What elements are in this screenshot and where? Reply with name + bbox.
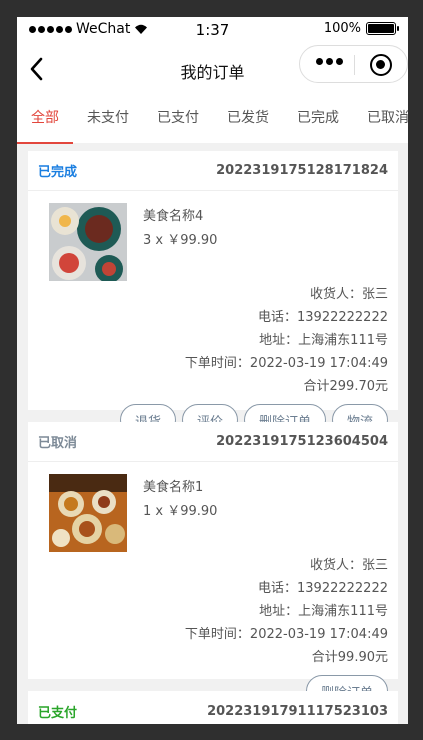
status-bar: WeChat 1:37 100% — [17, 17, 408, 43]
order-header: 已支付 2022319179111752310​3 — [28, 691, 398, 724]
item-quantity-price: 1 x ￥99.90 — [143, 504, 218, 519]
order-number: 2022319179111752310​3 — [207, 703, 388, 719]
order-status: 已支付 — [38, 705, 78, 721]
battery-icon — [366, 22, 399, 35]
phone-screen: WeChat 1:37 100% 我的订单 全部 未支付 已支付 已发货 已完成… — [17, 17, 408, 724]
order-header: 已取消 2022319175123604504 — [28, 422, 398, 462]
food-image — [49, 203, 127, 281]
address: 地址：上海浦东111号 — [259, 333, 388, 348]
order-time: 下单时间：2022-03-19 17:04:49 — [184, 627, 388, 642]
battery-status: 100% — [323, 21, 399, 36]
battery-percent: 100% — [323, 21, 361, 36]
tab-completed[interactable]: 已完成 — [283, 95, 353, 143]
phone: 电话：13922222222 — [258, 310, 388, 325]
close-target-icon[interactable] — [370, 54, 392, 76]
tab-cancelled[interactable]: 已取消 — [353, 95, 408, 143]
order-item: 美食名称4 3 x ￥99.90 — [28, 191, 398, 287]
phone: 电话：13922222222 — [258, 581, 388, 596]
item-name: 美食名称4 — [143, 209, 204, 224]
food-image — [49, 474, 127, 552]
order-total: 合计99.90元 — [311, 650, 388, 665]
order-number: 2022319175128171824 — [216, 163, 388, 178]
order-status-tabs: 全部 未支付 已支付 已发货 已完成 已取消 — [17, 95, 408, 144]
more-icon[interactable] — [316, 58, 343, 65]
order-status: 已取消 — [38, 436, 78, 451]
tab-all[interactable]: 全部 — [17, 95, 73, 144]
order-item: 美食名称1 1 x ￥99.90 — [28, 462, 398, 558]
order-time: 下单时间：2022-03-19 17:04:49 — [184, 356, 388, 371]
order-card[interactable]: 已支付 2022319179111752310​3 — [28, 691, 398, 724]
order-status: 已完成 — [38, 165, 78, 180]
order-number: 2022319175123604504 — [216, 434, 388, 449]
order-header: 已完成 2022319175128171824 — [28, 151, 398, 191]
address: 地址：上海浦东111号 — [259, 604, 388, 619]
tab-shipped[interactable]: 已发货 — [213, 95, 283, 143]
item-quantity-price: 3 x ￥99.90 — [143, 233, 218, 248]
item-name: 美食名称1 — [143, 480, 204, 495]
order-card[interactable]: 已完成 2022319175128171824 美食名称4 3 x ￥99.90 — [28, 151, 398, 436]
order-details: 收货人：张三 电话：13922222222 地址：上海浦东111号 下单时间：2… — [28, 283, 398, 398]
tab-paid[interactable]: 已支付 — [143, 95, 213, 143]
tab-unpaid[interactable]: 未支付 — [73, 95, 143, 143]
mini-program-capsule — [299, 45, 408, 83]
nav-bar: 我的订单 — [17, 43, 408, 95]
capsule-divider — [354, 55, 355, 75]
order-card[interactable]: 已取消 2022319175123604504 美食名称1 1 x ￥99.90… — [28, 422, 398, 707]
order-total: 合计299.70元 — [303, 379, 389, 394]
order-details: 收货人：张三 电话：13922222222 地址：上海浦东111号 下单时间：2… — [28, 554, 398, 669]
